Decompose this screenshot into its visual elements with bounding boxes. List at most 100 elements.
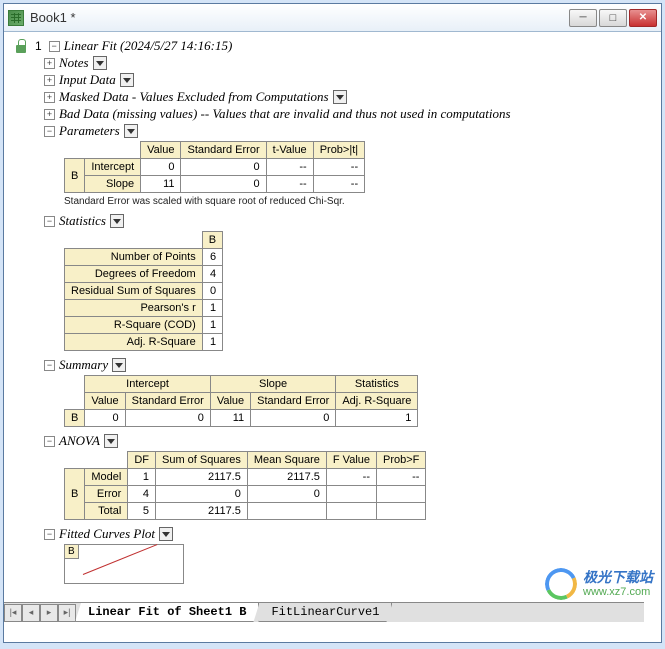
close-button[interactable] <box>629 9 657 27</box>
cell: 2117.5 <box>247 469 326 486</box>
col-header: Adj. R-Square <box>336 393 418 410</box>
dropdown-icon[interactable] <box>159 527 173 541</box>
cell: -- <box>266 159 313 176</box>
col-header: Value <box>85 393 125 410</box>
cell: 0 <box>247 486 326 503</box>
col-group: Statistics <box>336 376 418 393</box>
tab-next-button[interactable]: ▸ <box>40 604 58 622</box>
row-label: Model <box>85 469 128 486</box>
tab-prev-button[interactable]: ◂ <box>22 604 40 622</box>
cell: 0 <box>85 410 125 427</box>
row-label: Number of Points <box>65 249 203 266</box>
dropdown-icon[interactable] <box>333 90 347 104</box>
root-node: 1 − Linear Fit (2024/5/27 14:16:15) <box>14 38 651 54</box>
summary-node: − Summary <box>44 357 651 373</box>
collapse-toggle[interactable]: − <box>44 360 55 371</box>
cell: 6 <box>202 249 222 266</box>
statistics-table: B Number of Points6 Degrees of Freedom4 … <box>64 231 223 351</box>
expand-toggle[interactable]: + <box>44 75 55 86</box>
collapse-toggle[interactable]: − <box>44 126 55 137</box>
dropdown-icon[interactable] <box>110 214 124 228</box>
node-label: Bad Data (missing values) -- Values that… <box>59 106 511 122</box>
plot-label: B <box>65 545 79 559</box>
col-header: Prob>|t| <box>313 142 364 159</box>
collapse-toggle[interactable]: − <box>44 529 55 540</box>
minimize-button[interactable] <box>569 9 597 27</box>
tab-first-button[interactable]: |◂ <box>4 604 22 622</box>
plot-thumbnail[interactable]: B <box>64 544 184 584</box>
col-header: Sum of Squares <box>155 452 247 469</box>
expand-toggle[interactable]: + <box>44 92 55 103</box>
watermark-name: 极光下载站 <box>583 570 653 585</box>
col-header: DF <box>128 452 156 469</box>
cell: 0 <box>251 410 336 427</box>
masked-data-node: + Masked Data - Values Excluded from Com… <box>44 89 651 105</box>
expand-toggle[interactable]: + <box>44 109 55 120</box>
row-label: Slope <box>85 176 141 193</box>
node-label: Input Data <box>59 72 116 88</box>
collapse-toggle[interactable]: − <box>44 436 55 447</box>
parameters-content: Value Standard Error t-Value Prob>|t| B … <box>64 141 651 207</box>
anova-node: − ANOVA <box>44 433 651 449</box>
cell: 1 <box>202 317 222 334</box>
sheet-tab-inactive[interactable]: FitLinearCurve1 <box>258 603 392 622</box>
cell: 2117.5 <box>155 469 247 486</box>
content-area: 1 − Linear Fit (2024/5/27 14:16:15) + No… <box>4 32 661 622</box>
row-group: B <box>65 410 85 427</box>
cell: 0 <box>141 159 181 176</box>
row-group: B <box>65 469 85 520</box>
cell: 1 <box>128 469 156 486</box>
dropdown-icon[interactable] <box>104 434 118 448</box>
cell: 0 <box>181 176 266 193</box>
cell: -- <box>266 176 313 193</box>
cell: 4 <box>128 486 156 503</box>
input-data-node: + Input Data <box>44 72 651 88</box>
sheet-tabs: |◂ ◂ ▸ ▸| Linear Fit of Sheet1 B FitLine… <box>4 602 644 622</box>
cell: 4 <box>202 266 222 283</box>
cell: 0 <box>181 159 266 176</box>
cell: 11 <box>141 176 181 193</box>
cell <box>326 503 376 520</box>
collapse-toggle[interactable]: − <box>49 41 60 52</box>
titlebar[interactable]: Book1 * <box>4 4 661 32</box>
bad-data-node: + Bad Data (missing values) -- Values th… <box>44 106 651 122</box>
parameters-footnote: Standard Error was scaled with square ro… <box>64 196 651 207</box>
lock-icon <box>14 39 28 53</box>
col-header: Standard Error <box>251 393 336 410</box>
cell <box>326 486 376 503</box>
col-header: Value <box>210 393 250 410</box>
expand-toggle[interactable]: + <box>44 58 55 69</box>
collapse-toggle[interactable]: − <box>44 216 55 227</box>
col-header: F Value <box>326 452 376 469</box>
dropdown-icon[interactable] <box>124 124 138 138</box>
root-title: Linear Fit (2024/5/27 14:16:15) <box>64 38 233 54</box>
summary-table: Intercept Slope Statistics Value Standar… <box>64 375 418 427</box>
cell: -- <box>326 469 376 486</box>
anova-content: DF Sum of Squares Mean Square F Value Pr… <box>64 451 651 520</box>
row-label: R-Square (COD) <box>65 317 203 334</box>
cell: 1 <box>202 300 222 317</box>
watermark-url: www.xz7.com <box>583 586 653 598</box>
fitted-plot-node: − Fitted Curves Plot <box>44 526 651 542</box>
node-label: Summary <box>59 357 108 373</box>
watermark: 极光下载站 www.xz7.com <box>545 568 653 600</box>
dropdown-icon[interactable] <box>112 358 126 372</box>
tab-last-button[interactable]: ▸| <box>58 604 76 622</box>
node-label: Notes <box>59 55 89 71</box>
node-label: Masked Data - Values Excluded from Compu… <box>59 89 329 105</box>
sheet-tab-active[interactable]: Linear Fit of Sheet1 B <box>75 603 259 622</box>
cell: 1 <box>202 334 222 351</box>
dropdown-icon[interactable] <box>120 73 134 87</box>
cell: 0 <box>155 486 247 503</box>
col-header: Mean Square <box>247 452 326 469</box>
cell: 0 <box>125 410 210 427</box>
row-label: Intercept <box>85 159 141 176</box>
node-label: ANOVA <box>59 433 100 449</box>
parameters-table: Value Standard Error t-Value Prob>|t| B … <box>64 141 365 193</box>
summary-content: Intercept Slope Statistics Value Standar… <box>64 375 651 427</box>
worksheet-icon <box>8 10 24 26</box>
cell: -- <box>313 176 364 193</box>
maximize-button[interactable] <box>599 9 627 27</box>
cell <box>377 503 426 520</box>
dropdown-icon[interactable] <box>93 56 107 70</box>
